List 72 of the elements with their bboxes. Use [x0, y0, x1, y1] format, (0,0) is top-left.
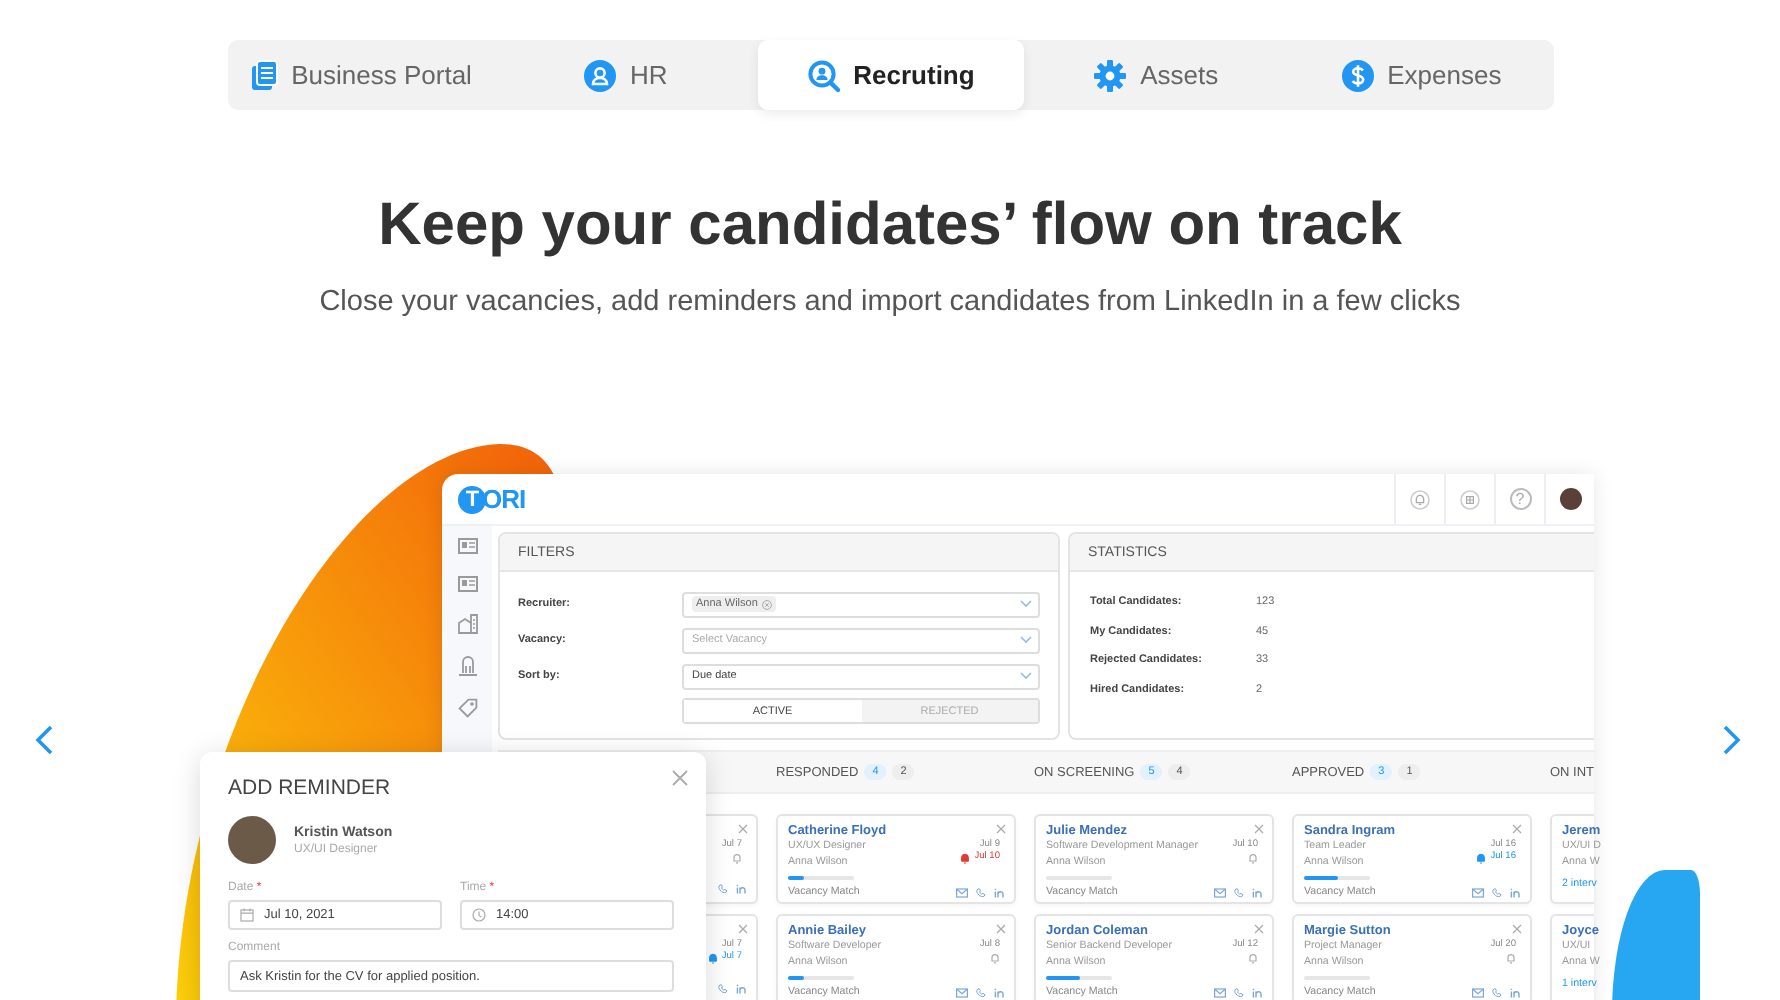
tab[interactable]: Business Portal	[228, 40, 494, 110]
phone-icon[interactable]	[976, 887, 986, 897]
linkedin-icon[interactable]	[736, 884, 746, 894]
bell-icon[interactable]	[1506, 952, 1516, 964]
mail-icon[interactable]	[1472, 887, 1484, 897]
mail-icon[interactable]	[956, 987, 968, 997]
user-avatar[interactable]	[1559, 488, 1581, 510]
phone-icon[interactable]	[976, 987, 986, 997]
bell-icon[interactable]	[1410, 489, 1430, 509]
page-subtitle: Close your vacancies, add reminders and import candidates from LinkedIn in a few clicks	[317, 284, 1463, 320]
bell-icon	[960, 852, 971, 864]
chevron-left-icon	[34, 724, 54, 756]
phone-icon[interactable]	[718, 984, 728, 994]
tab[interactable]: Expenses	[1288, 40, 1554, 110]
tab[interactable]: Recruting	[758, 40, 1024, 110]
bell-icon[interactable]	[1248, 952, 1258, 964]
close-icon[interactable]	[1512, 924, 1522, 934]
person-badge-icon	[584, 59, 616, 91]
tag-icon[interactable]	[457, 698, 477, 718]
tab[interactable]: Assets	[1023, 40, 1289, 110]
linkedin-icon[interactable]	[736, 984, 746, 994]
linkedin-icon[interactable]	[994, 987, 1004, 997]
bell-icon	[707, 952, 718, 964]
next-button[interactable]	[1722, 724, 1742, 756]
close-icon[interactable]	[1254, 924, 1264, 934]
gear-icon	[1094, 59, 1127, 91]
bell-icon	[1476, 852, 1487, 864]
linkedin-icon[interactable]	[994, 887, 1004, 897]
id-card-icon[interactable]	[457, 538, 477, 554]
id-card-icon[interactable]	[457, 576, 477, 592]
dollar-icon	[1341, 59, 1374, 91]
close-icon[interactable]	[996, 824, 1006, 834]
calendar-icon	[240, 908, 254, 922]
close-icon[interactable]	[672, 770, 688, 786]
close-icon[interactable]	[1254, 824, 1264, 834]
building-icon[interactable]	[457, 614, 477, 634]
photo-placeholder	[228, 816, 276, 864]
previous-button[interactable]	[34, 724, 54, 756]
chevron-down-icon	[1020, 672, 1032, 680]
chevron-down-icon	[1020, 636, 1032, 644]
tab[interactable]: HR	[493, 40, 759, 110]
remove-icon[interactable]	[761, 599, 772, 609]
phone-icon[interactable]	[1234, 887, 1244, 897]
mail-icon[interactable]	[1214, 887, 1226, 897]
linkedin-icon[interactable]	[1510, 987, 1520, 997]
close-icon[interactable]	[738, 924, 748, 934]
app-logo: TORI	[458, 484, 526, 514]
chevron-down-icon	[1020, 600, 1032, 608]
page-heading: Keep your candidates’ flow on track	[376, 190, 1404, 262]
bank-icon[interactable]	[457, 656, 477, 676]
document-icon	[249, 59, 278, 91]
linkedin-icon[interactable]	[1252, 887, 1262, 897]
close-icon[interactable]	[996, 924, 1006, 934]
search-person-icon	[807, 59, 840, 91]
phone-icon[interactable]	[1492, 887, 1502, 897]
close-icon[interactable]	[738, 824, 748, 834]
phone-icon[interactable]	[1492, 987, 1502, 997]
mail-icon[interactable]	[956, 887, 968, 897]
phone-icon[interactable]	[1234, 987, 1244, 997]
linkedin-icon[interactable]	[1510, 887, 1520, 897]
clock-icon	[472, 908, 486, 922]
bell-icon[interactable]	[732, 852, 742, 864]
dialog-title: ADD REMINDER	[228, 776, 393, 800]
mail-icon[interactable]	[1214, 987, 1226, 997]
phone-icon[interactable]	[718, 884, 728, 894]
bell-icon[interactable]	[990, 952, 1000, 964]
close-icon[interactable]	[1512, 824, 1522, 834]
chevron-right-icon	[1722, 724, 1742, 756]
mail-icon[interactable]	[1472, 987, 1484, 997]
linkedin-icon[interactable]	[1252, 987, 1262, 997]
grid-icon[interactable]	[1460, 489, 1480, 509]
bell-icon[interactable]	[1248, 852, 1258, 864]
